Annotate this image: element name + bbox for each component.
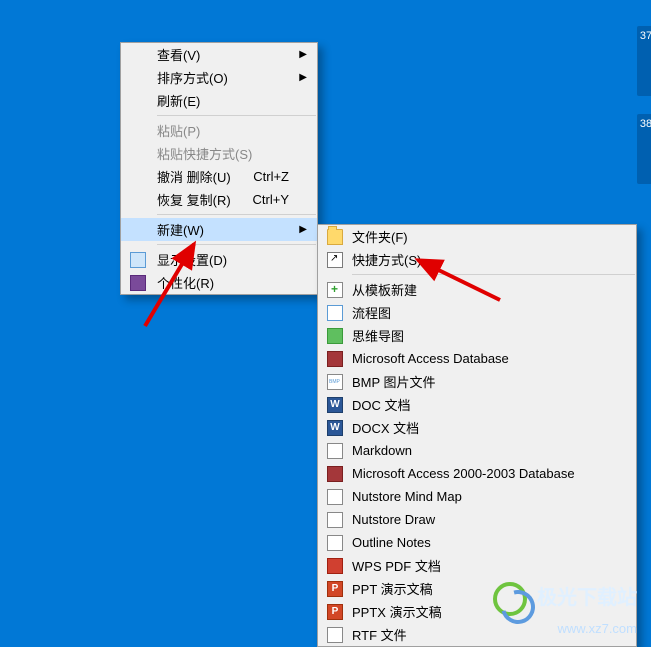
- new-from-template-label: 从模板新建: [352, 280, 417, 299]
- new-docx[interactable]: DOCX 文档: [318, 416, 636, 439]
- new-mindmap-label: 思维导图: [352, 326, 404, 345]
- menu-undo-key: Ctrl+Z: [253, 169, 289, 184]
- folder-icon: [326, 228, 344, 246]
- menu-separator: [157, 244, 316, 245]
- rtf-icon: [326, 626, 344, 644]
- watermark-title: 极光下载站: [537, 587, 637, 609]
- new-shortcut-label: 快捷方式(S): [352, 250, 421, 269]
- menu-paste-label: 粘贴(P): [157, 121, 200, 140]
- menu-view-label: 查看(V): [157, 45, 200, 64]
- new-mindmap[interactable]: 思维导图: [318, 324, 636, 347]
- menu-personalize[interactable]: 个性化(R): [121, 271, 317, 294]
- menu-new-label: 新建(W): [157, 220, 204, 239]
- menu-new[interactable]: 新建(W) ▶: [121, 218, 317, 241]
- bmp-icon: [326, 373, 344, 391]
- new-markdown-label: Markdown: [352, 443, 412, 458]
- menu-separator: [157, 214, 316, 215]
- menu-separator: [157, 115, 316, 116]
- watermark-logo-icon: [493, 582, 527, 616]
- new-wps-pdf[interactable]: WPS PDF 文档: [318, 554, 636, 577]
- menu-undo-delete[interactable]: 撤消 删除(U) Ctrl+Z: [121, 165, 317, 188]
- pptx-icon: [326, 603, 344, 621]
- new-bmp-label: BMP 图片文件: [352, 372, 436, 391]
- menu-paste-shortcut: 粘贴快捷方式(S): [121, 142, 317, 165]
- sidebar-chip-top: 37: [637, 26, 651, 96]
- desktop-context-menu: 查看(V) ▶ 排序方式(O) ▶ 刷新(E) 粘贴(P) 粘贴快捷方式(S) …: [120, 42, 318, 295]
- new-from-template[interactable]: 从模板新建: [318, 278, 636, 301]
- menu-sort-label: 排序方式(O): [157, 68, 228, 87]
- menu-undo-label: 撤消 删除(U): [157, 167, 231, 186]
- personalize-icon: [129, 274, 147, 292]
- new-markdown[interactable]: Markdown: [318, 439, 636, 462]
- new-nutstore-draw[interactable]: Nutstore Draw: [318, 508, 636, 531]
- menu-sort[interactable]: 排序方式(O) ▶: [121, 66, 317, 89]
- menu-redo-key: Ctrl+Y: [253, 192, 289, 207]
- flowchart-icon: [326, 304, 344, 322]
- new-doc-label: DOC 文档: [352, 395, 411, 414]
- doc-icon: [326, 396, 344, 414]
- new-folder[interactable]: 文件夹(F): [318, 225, 636, 248]
- new-wps-pdf-label: WPS PDF 文档: [352, 556, 441, 575]
- ppt-icon: [326, 580, 344, 598]
- new-access-label: Microsoft Access Database: [352, 351, 509, 366]
- menu-view[interactable]: 查看(V) ▶: [121, 43, 317, 66]
- draw-icon: [326, 511, 344, 529]
- watermark-url: www.xz7.com: [558, 621, 637, 636]
- menu-display-settings[interactable]: 显示设置(D): [121, 248, 317, 271]
- new-flowchart[interactable]: 流程图: [318, 301, 636, 324]
- new-outline-label: Outline Notes: [352, 535, 431, 550]
- outline-icon: [326, 534, 344, 552]
- menu-paste: 粘贴(P): [121, 119, 317, 142]
- markdown-icon: [326, 442, 344, 460]
- new-nutstore-draw-label: Nutstore Draw: [352, 512, 435, 527]
- docx-icon: [326, 419, 344, 437]
- menu-redo-copy[interactable]: 恢复 复制(R) Ctrl+Y: [121, 188, 317, 211]
- new-nutstore-mind-label: Nutstore Mind Map: [352, 489, 462, 504]
- template-icon: [326, 281, 344, 299]
- submenu-arrow-icon: ▶: [299, 72, 307, 83]
- new-access2000[interactable]: Microsoft Access 2000-2003 Database: [318, 462, 636, 485]
- new-access-db[interactable]: Microsoft Access Database: [318, 347, 636, 370]
- menu-refresh-label: 刷新(E): [157, 91, 200, 110]
- new-bmp[interactable]: BMP 图片文件: [318, 370, 636, 393]
- new-pptx-label: PPTX 演示文稿: [352, 602, 442, 621]
- new-doc[interactable]: DOC 文档: [318, 393, 636, 416]
- submenu-arrow-icon: ▶: [299, 49, 307, 60]
- display-icon: [129, 251, 147, 269]
- access2000-icon: [326, 465, 344, 483]
- new-shortcut[interactable]: 快捷方式(S): [318, 248, 636, 271]
- sidebar-chip-bottom: 38: [637, 114, 651, 184]
- menu-refresh[interactable]: 刷新(E): [121, 89, 317, 112]
- new-access2000-label: Microsoft Access 2000-2003 Database: [352, 466, 575, 481]
- new-rtf-label: RTF 文件: [352, 625, 407, 644]
- new-docx-label: DOCX 文档: [352, 418, 419, 437]
- menu-personalize-label: 个性化(R): [157, 273, 214, 292]
- pdf-icon: [326, 557, 344, 575]
- new-ppt-label: PPT 演示文稿: [352, 579, 433, 598]
- menu-display-label: 显示设置(D): [157, 250, 227, 269]
- menu-redo-label: 恢复 复制(R): [157, 190, 231, 209]
- new-nutstore-mind[interactable]: Nutstore Mind Map: [318, 485, 636, 508]
- new-folder-label: 文件夹(F): [352, 227, 408, 246]
- submenu-arrow-icon: ▶: [299, 224, 307, 235]
- menu-separator: [352, 274, 635, 275]
- mindmap-icon: [326, 327, 344, 345]
- shortcut-icon: [326, 251, 344, 269]
- menu-paste-shortcut-label: 粘贴快捷方式(S): [157, 144, 252, 163]
- new-outline[interactable]: Outline Notes: [318, 531, 636, 554]
- access-icon: [326, 350, 344, 368]
- watermark: 极光下载站 www.xz7.com: [493, 581, 637, 639]
- mind-icon: [326, 488, 344, 506]
- new-flowchart-label: 流程图: [352, 303, 391, 322]
